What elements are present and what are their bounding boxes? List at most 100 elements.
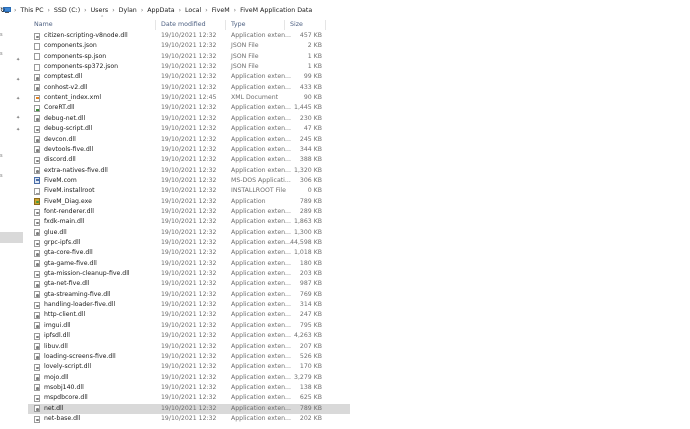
breadcrumb-users[interactable]: Users [91, 7, 109, 14]
file-row[interactable]: gta-game-five.dll 19/10/2021 12:32 Applica… [25, 259, 690, 269]
file-name: debug-script.dll [44, 125, 93, 133]
chevron-right-icon[interactable]: › [47, 7, 49, 14]
file-list[interactable]: citizen-scripting-v8node.dll 19/10/2021 1… [25, 31, 690, 429]
file-date-modified: 19/10/2021 12:32 [161, 125, 217, 133]
file-row[interactable]: debug-net.dll 19/10/2021 12:32 Application… [25, 114, 690, 124]
column-size-header[interactable]: Size [290, 19, 303, 31]
file-row[interactable]: mojo.dll 19/10/2021 12:32 Application exte… [25, 373, 690, 383]
file-row[interactable]: mspdbcore.dll 19/10/2021 12:32 Application… [25, 393, 690, 403]
dll-file-icon [34, 270, 40, 278]
file-row[interactable]: devcon.dll 19/10/2021 12:32 Application ex… [25, 135, 690, 145]
breadcrumb-this-pc[interactable]: This PC [20, 7, 43, 14]
file-row[interactable]: lovely-script.dll 19/10/2021 12:32 Applica… [25, 362, 690, 372]
file-row[interactable]: discord.dll 19/10/2021 12:32 Application e… [25, 155, 690, 165]
nav-selected-item[interactable] [0, 232, 23, 243]
file-row[interactable]: msobj140.dll 19/10/2021 12:32 Application … [25, 383, 690, 393]
breadcrumb-appdata[interactable]: AppData [147, 7, 174, 14]
file-type: Application exten... [231, 228, 291, 236]
chevron-right-icon[interactable]: › [234, 7, 236, 14]
expand-icon[interactable]: s [0, 51, 3, 57]
file-row[interactable]: gta-streaming-five.dll 19/10/2021 12:32 Ap… [25, 290, 690, 300]
dll-file-icon [34, 218, 40, 226]
file-row[interactable]: citizen-scripting-v8node.dll 19/10/2021 1… [25, 31, 690, 41]
file-row[interactable]: http-client.dll 19/10/2021 12:32 Applicati… [25, 310, 690, 320]
file-row[interactable]: gta-mission-cleanup-five.dll 19/10/2021 1… [25, 269, 690, 279]
pin-icon[interactable]: ✦ [16, 127, 21, 133]
column-separator[interactable] [325, 20, 326, 30]
file-type: Application exten... [231, 383, 291, 391]
file-row[interactable]: components-sp372.json 19/10/2021 12:32 JSO… [25, 62, 690, 72]
file-row[interactable]: imgui.dll 19/10/2021 12:32 Application ext… [25, 321, 690, 331]
chevron-right-icon[interactable]: › [14, 7, 16, 14]
file-type: Application exten... [231, 404, 291, 412]
file-row[interactable]: loading-screens-five.dll 19/10/2021 12:32… [25, 352, 690, 362]
file-row[interactable]: CoreRT.dll 19/10/2021 12:32 Application ex… [25, 103, 690, 113]
file-row[interactable]: devtools-five.dll 19/10/2021 12:32 Applica… [25, 145, 690, 155]
navigation-pane[interactable]: s s ✦ ✦ ✦ ✦ ✦ s s [0, 19, 25, 429]
chevron-right-icon[interactable]: › [179, 7, 181, 14]
file-row[interactable]: net-base.dll 19/10/2021 12:32 Application … [25, 414, 690, 424]
column-separator[interactable] [284, 20, 285, 30]
file-row[interactable]: gta-core-five.dll 19/10/2021 12:32 Applica… [25, 248, 690, 258]
file-size: 99 KB [303, 73, 322, 81]
dll-file-icon [34, 312, 40, 320]
file-date-modified: 19/10/2021 12:32 [161, 394, 217, 402]
file-date-modified: 19/10/2021 12:45 [161, 94, 217, 102]
chevron-right-icon[interactable]: › [205, 7, 207, 14]
file-row[interactable]: gta-net-five.dll 19/10/2021 12:32 Applicat… [25, 279, 690, 289]
column-separator[interactable] [225, 20, 226, 30]
file-row[interactable]: conhost-v2.dll 19/10/2021 12:32 Applicatio… [25, 83, 690, 93]
chevron-right-icon[interactable]: › [141, 7, 143, 14]
file-row[interactable]: FiveM.com 19/10/2021 12:32 MS-DOS Applicat… [25, 176, 690, 186]
file-type: Application [231, 197, 266, 205]
expand-icon[interactable]: s [0, 153, 3, 159]
column-name-header[interactable]: Name [34, 19, 53, 31]
file-row[interactable]: grpc-ipfs.dll 19/10/2021 12:32 Application… [25, 238, 690, 248]
file-row[interactable]: components.json 19/10/2021 12:32 JSON File… [25, 41, 690, 51]
column-type-header[interactable]: Type [231, 19, 245, 31]
breadcrumb-dylan[interactable]: Dylan [119, 7, 137, 14]
breadcrumb-current-folder[interactable]: FiveM Application Data [240, 7, 312, 14]
file-type: Application exten... [231, 166, 291, 174]
file-row[interactable]: handling-loader-five.dll 19/10/2021 12:32… [25, 300, 690, 310]
pin-icon[interactable]: ✦ [16, 115, 21, 121]
file-type: Application exten... [231, 32, 291, 39]
file-row[interactable]: extra-natives-five.dll 19/10/2021 12:32 Ap… [25, 166, 690, 176]
file-row[interactable]: FiveM.installroot 19/10/2021 12:32 INSTALL… [25, 186, 690, 196]
file-row[interactable]: comptest.dll 19/10/2021 12:32 Application … [25, 72, 690, 82]
expand-icon[interactable]: s [0, 173, 3, 179]
file-row[interactable]: fxdk-main.dll 19/10/2021 12:32 Application… [25, 217, 690, 227]
column-date-header[interactable]: Date modified [161, 19, 206, 31]
file-row[interactable]: glue.dll 19/10/2021 12:32 Application exte… [25, 228, 690, 238]
file-date-modified: 19/10/2021 12:32 [161, 363, 217, 371]
breadcrumb-ssd[interactable]: SSD (C:) [54, 7, 80, 14]
exe-icon [34, 198, 40, 206]
refresh-icon[interactable]: ↻ [0, 4, 5, 16]
chevron-right-icon[interactable]: › [84, 7, 86, 14]
file-row[interactable]: libuv.dll 19/10/2021 12:32 Application ext… [25, 342, 690, 352]
file-type: Application exten... [231, 321, 291, 329]
file-row[interactable]: net.dll 19/10/2021 12:32 Application exten… [25, 403, 690, 414]
dll-file-icon [34, 374, 40, 382]
file-row[interactable]: content_index.xml 19/10/2021 12:45 XML Doc… [25, 93, 690, 103]
file-size: 625 KB [299, 394, 322, 402]
pin-icon[interactable]: ✦ [16, 77, 21, 83]
file-size: 47 KB [303, 125, 322, 133]
file-size: 1,445 KB [294, 104, 322, 112]
pin-icon[interactable]: ✦ [16, 57, 21, 63]
dll-file-icon [34, 249, 40, 257]
expand-icon[interactable]: s [0, 32, 3, 38]
file-row[interactable]: ipfsdl.dll 19/10/2021 12:32 Application ex… [25, 331, 690, 341]
dll-file-icon [34, 229, 40, 237]
file-row[interactable]: components-sp.json 19/10/2021 12:32 JSON F… [25, 52, 690, 62]
breadcrumb-local[interactable]: Local [185, 7, 201, 14]
column-separator[interactable] [155, 20, 156, 30]
pin-icon[interactable]: ✦ [16, 96, 21, 102]
file-name: glue.dll [44, 228, 67, 236]
file-row[interactable]: font-renderer.dll 19/10/2021 12:32 Applica… [25, 207, 690, 217]
file-row[interactable]: debug-script.dll 19/10/2021 12:32 Applicat… [25, 124, 690, 134]
chevron-right-icon[interactable]: › [112, 7, 114, 14]
file-row[interactable]: FiveM_Diag.exe 19/10/2021 12:32 Applicatio… [25, 197, 690, 207]
breadcrumb-fivem[interactable]: FiveM [212, 7, 230, 14]
file-name: net.dll [44, 404, 64, 412]
